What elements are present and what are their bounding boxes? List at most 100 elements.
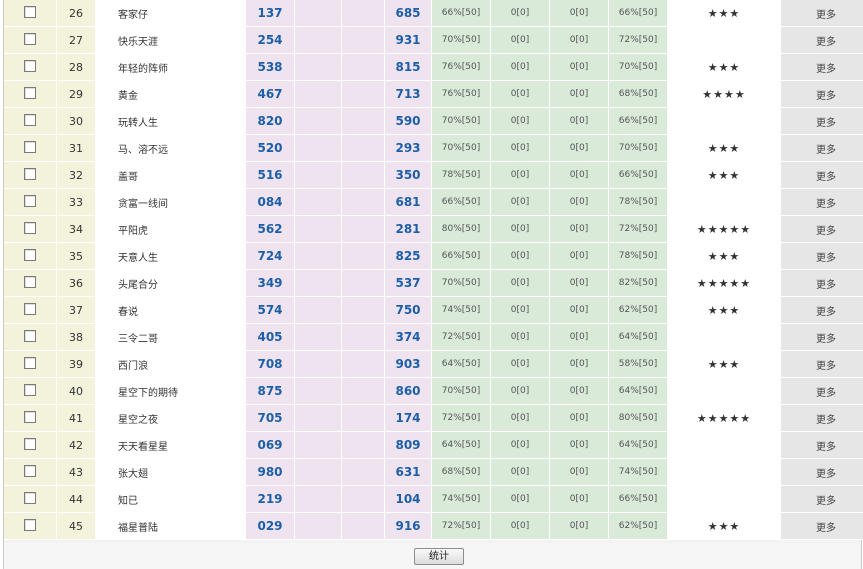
- row-rate-3: 0[0]: [550, 432, 609, 459]
- row-empty-cell: [295, 108, 342, 135]
- row-checkbox[interactable]: [24, 464, 36, 477]
- row-checkbox[interactable]: [24, 410, 36, 423]
- row-index: 28: [57, 54, 96, 81]
- row-more-link[interactable]: 更多: [780, 459, 863, 486]
- row-rate-1: 80%[50]: [432, 216, 491, 243]
- row-rate-1: 70%[50]: [432, 135, 491, 162]
- row-checkbox[interactable]: [24, 5, 36, 18]
- row-more-link[interactable]: 更多: [780, 108, 863, 135]
- row-rate-1: 68%[50]: [432, 459, 491, 486]
- row-checkbox[interactable]: [24, 167, 36, 180]
- row-empty-cell: [295, 513, 342, 540]
- table-body: 26 客家仔 137 685 66%[50] 0[0] 0[0] 66%[50]…: [4, 0, 863, 540]
- row-more-link[interactable]: 更多: [780, 54, 863, 81]
- row-rate-2: 0[0]: [491, 135, 550, 162]
- row-checkbox-cell: [4, 513, 57, 540]
- row-rate-4: 64%[50]: [609, 324, 668, 351]
- row-more-link[interactable]: 更多: [780, 81, 863, 108]
- row-name: 马、溶不远: [96, 135, 246, 162]
- row-empty-cell: [295, 135, 342, 162]
- row-more-link[interactable]: 更多: [780, 27, 863, 54]
- row-more-link[interactable]: 更多: [780, 162, 863, 189]
- row-checkbox[interactable]: [24, 32, 36, 45]
- row-checkbox[interactable]: [24, 491, 36, 504]
- row-rate-4: 80%[50]: [609, 405, 668, 432]
- row-checkbox[interactable]: [24, 383, 36, 396]
- row-more-link[interactable]: 更多: [780, 324, 863, 351]
- row-rate-3: 0[0]: [550, 243, 609, 270]
- row-number-2: 350: [385, 162, 432, 189]
- row-checkbox[interactable]: [24, 86, 36, 99]
- row-rate-1: 64%[50]: [432, 432, 491, 459]
- row-index: 35: [57, 243, 96, 270]
- row-checkbox[interactable]: [24, 140, 36, 153]
- row-checkbox[interactable]: [24, 356, 36, 369]
- row-star-rating: ★★★★★: [668, 216, 780, 243]
- row-checkbox[interactable]: [24, 275, 36, 288]
- row-number-1: 029: [246, 513, 295, 540]
- row-more-link[interactable]: 更多: [780, 513, 863, 540]
- row-number-2: 374: [385, 324, 432, 351]
- row-checkbox[interactable]: [24, 518, 36, 531]
- row-star-rating: ★★★★★: [668, 405, 780, 432]
- row-more-link[interactable]: 更多: [780, 486, 863, 513]
- row-more-link[interactable]: 更多: [780, 216, 863, 243]
- row-rate-1: 72%[50]: [432, 324, 491, 351]
- row-number-2: 903: [385, 351, 432, 378]
- row-rate-3: 0[0]: [550, 189, 609, 216]
- row-number-2: 631: [385, 459, 432, 486]
- row-checkbox-cell: [4, 243, 57, 270]
- row-more-link[interactable]: 更多: [780, 432, 863, 459]
- row-index: 36: [57, 270, 96, 297]
- row-more-link[interactable]: 更多: [780, 351, 863, 378]
- row-empty-cell: [295, 162, 342, 189]
- row-checkbox[interactable]: [24, 437, 36, 450]
- row-rate-1: 66%[50]: [432, 189, 491, 216]
- row-more-link[interactable]: 更多: [780, 378, 863, 405]
- row-more-link[interactable]: 更多: [780, 0, 863, 27]
- row-checkbox-cell: [4, 162, 57, 189]
- row-number-1: 562: [246, 216, 295, 243]
- row-rate-2: 0[0]: [491, 513, 550, 540]
- row-more-link[interactable]: 更多: [780, 270, 863, 297]
- row-checkbox[interactable]: [24, 221, 36, 234]
- row-checkbox[interactable]: [24, 194, 36, 207]
- row-number-1: 980: [246, 459, 295, 486]
- row-empty-cell: [295, 189, 342, 216]
- row-rate-3: 0[0]: [550, 324, 609, 351]
- row-checkbox-cell: [4, 189, 57, 216]
- row-empty-cell: [295, 486, 342, 513]
- row-rate-2: 0[0]: [491, 81, 550, 108]
- table-row: 32 盖哥 516 350 78%[50] 0[0] 0[0] 66%[50] …: [4, 162, 863, 189]
- row-name: 张大翅: [96, 459, 246, 486]
- row-star-rating: [668, 189, 780, 216]
- row-checkbox[interactable]: [24, 248, 36, 261]
- table-row: 40 星空下的期待 875 860 70%[50] 0[0] 0[0] 64%[…: [4, 378, 863, 405]
- row-rate-2: 0[0]: [491, 459, 550, 486]
- row-checkbox[interactable]: [24, 302, 36, 315]
- row-checkbox[interactable]: [24, 59, 36, 72]
- table-row: 26 客家仔 137 685 66%[50] 0[0] 0[0] 66%[50]…: [4, 0, 863, 27]
- row-rate-1: 64%[50]: [432, 351, 491, 378]
- row-more-link[interactable]: 更多: [780, 135, 863, 162]
- row-number-2: 685: [385, 0, 432, 27]
- row-checkbox-cell: [4, 459, 57, 486]
- row-more-link[interactable]: 更多: [780, 189, 863, 216]
- row-checkbox[interactable]: [24, 113, 36, 126]
- row-rate-3: 0[0]: [550, 108, 609, 135]
- row-empty-cell: [342, 513, 385, 540]
- row-number-2: 681: [385, 189, 432, 216]
- table-row: 38 三令二哥 405 374 72%[50] 0[0] 0[0] 64%[50…: [4, 324, 863, 351]
- row-empty-cell: [342, 432, 385, 459]
- row-empty-cell: [342, 351, 385, 378]
- row-checkbox[interactable]: [24, 329, 36, 342]
- row-name: 春说: [96, 297, 246, 324]
- row-more-link[interactable]: 更多: [780, 405, 863, 432]
- row-more-link[interactable]: 更多: [780, 297, 863, 324]
- row-more-link[interactable]: 更多: [780, 243, 863, 270]
- row-rate-3: 0[0]: [550, 297, 609, 324]
- statistics-button[interactable]: 统计: [414, 548, 464, 565]
- row-checkbox-cell: [4, 405, 57, 432]
- row-empty-cell: [295, 270, 342, 297]
- row-rate-3: 0[0]: [550, 216, 609, 243]
